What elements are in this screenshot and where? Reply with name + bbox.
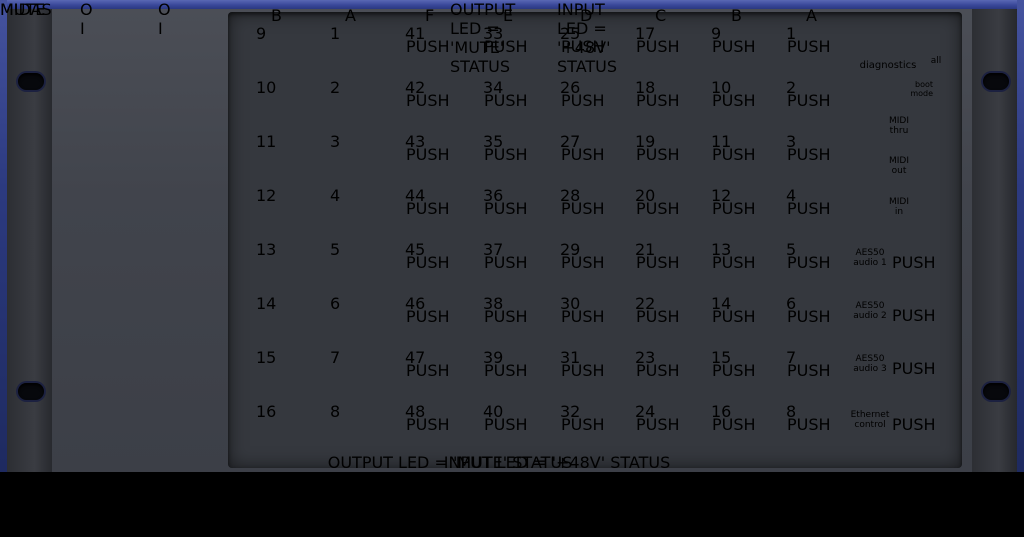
reflected-screws (0, 0, 1024, 65)
midi-port-label: MIDI in (886, 197, 912, 217)
push-latch: PUSH (892, 306, 936, 325)
push-latch: PUSH (892, 415, 936, 434)
aes50-port-label: AES50 audio 2 (848, 301, 892, 321)
push-latch: PUSH (892, 253, 936, 272)
push-latch: PUSH (892, 359, 936, 378)
midi-port-label: MIDI out (886, 156, 912, 176)
aes50-port-label: AES50 audio 1 (848, 248, 892, 268)
midas-stagebox-rear-panel: { "brand_logo": "MIDAS", "connector_grid… (0, 0, 1024, 537)
ethernet-control-label: Ethernet control (848, 410, 892, 430)
aes50-port-label: AES50 audio 3 (848, 354, 892, 374)
midi-port-label: MIDI thru (886, 116, 912, 136)
